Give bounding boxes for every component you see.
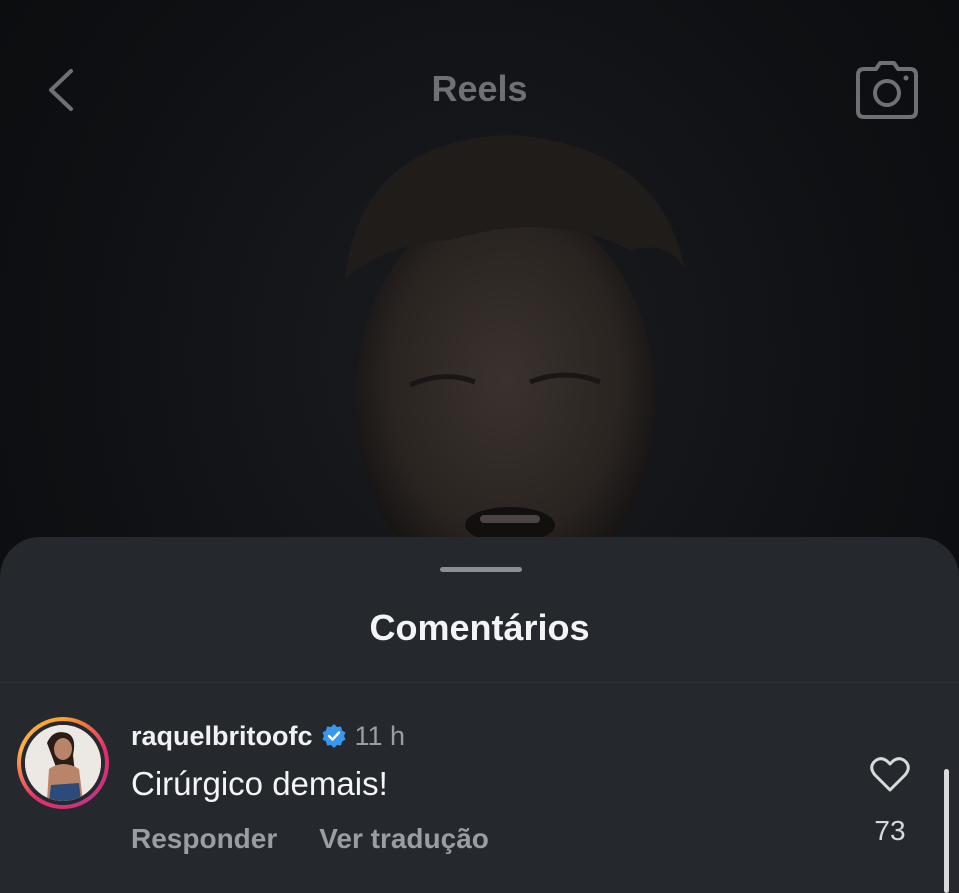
- comment-item: raquelbritoofc 11 h Cirúrgico demais! Re…: [0, 707, 959, 893]
- avatar-image: [25, 725, 101, 801]
- comments-title: Comentários: [369, 607, 590, 648]
- camera-icon: [856, 61, 918, 119]
- camera-button[interactable]: [852, 58, 922, 122]
- reply-button[interactable]: Responder: [131, 823, 277, 855]
- video-face: [345, 135, 685, 550]
- avatar[interactable]: [17, 717, 109, 809]
- top-bar: Reels: [0, 0, 959, 180]
- scrollbar[interactable]: [944, 769, 949, 893]
- comments-sheet: Comentários raquelbritoofc 11 h Cirúrgic…: [0, 537, 959, 893]
- comment-header: raquelbritoofc 11 h: [131, 719, 405, 753]
- comment-time: 11 h: [354, 720, 406, 751]
- like-button[interactable]: [866, 753, 914, 797]
- drag-handle[interactable]: [440, 567, 522, 572]
- comment-username[interactable]: raquelbritoofc: [131, 721, 313, 752]
- person-photo-icon: [25, 725, 101, 801]
- comment-text: Cirúrgico demais!: [131, 765, 388, 802]
- like-count: 73: [874, 815, 906, 846]
- heart-icon: [870, 757, 910, 792]
- translate-button[interactable]: Ver tradução: [319, 823, 489, 855]
- comment-actions: Responder Ver tradução: [131, 823, 489, 855]
- verified-badge-icon: [322, 724, 346, 748]
- page-title: Reels: [431, 68, 528, 109]
- divider: [0, 682, 959, 683]
